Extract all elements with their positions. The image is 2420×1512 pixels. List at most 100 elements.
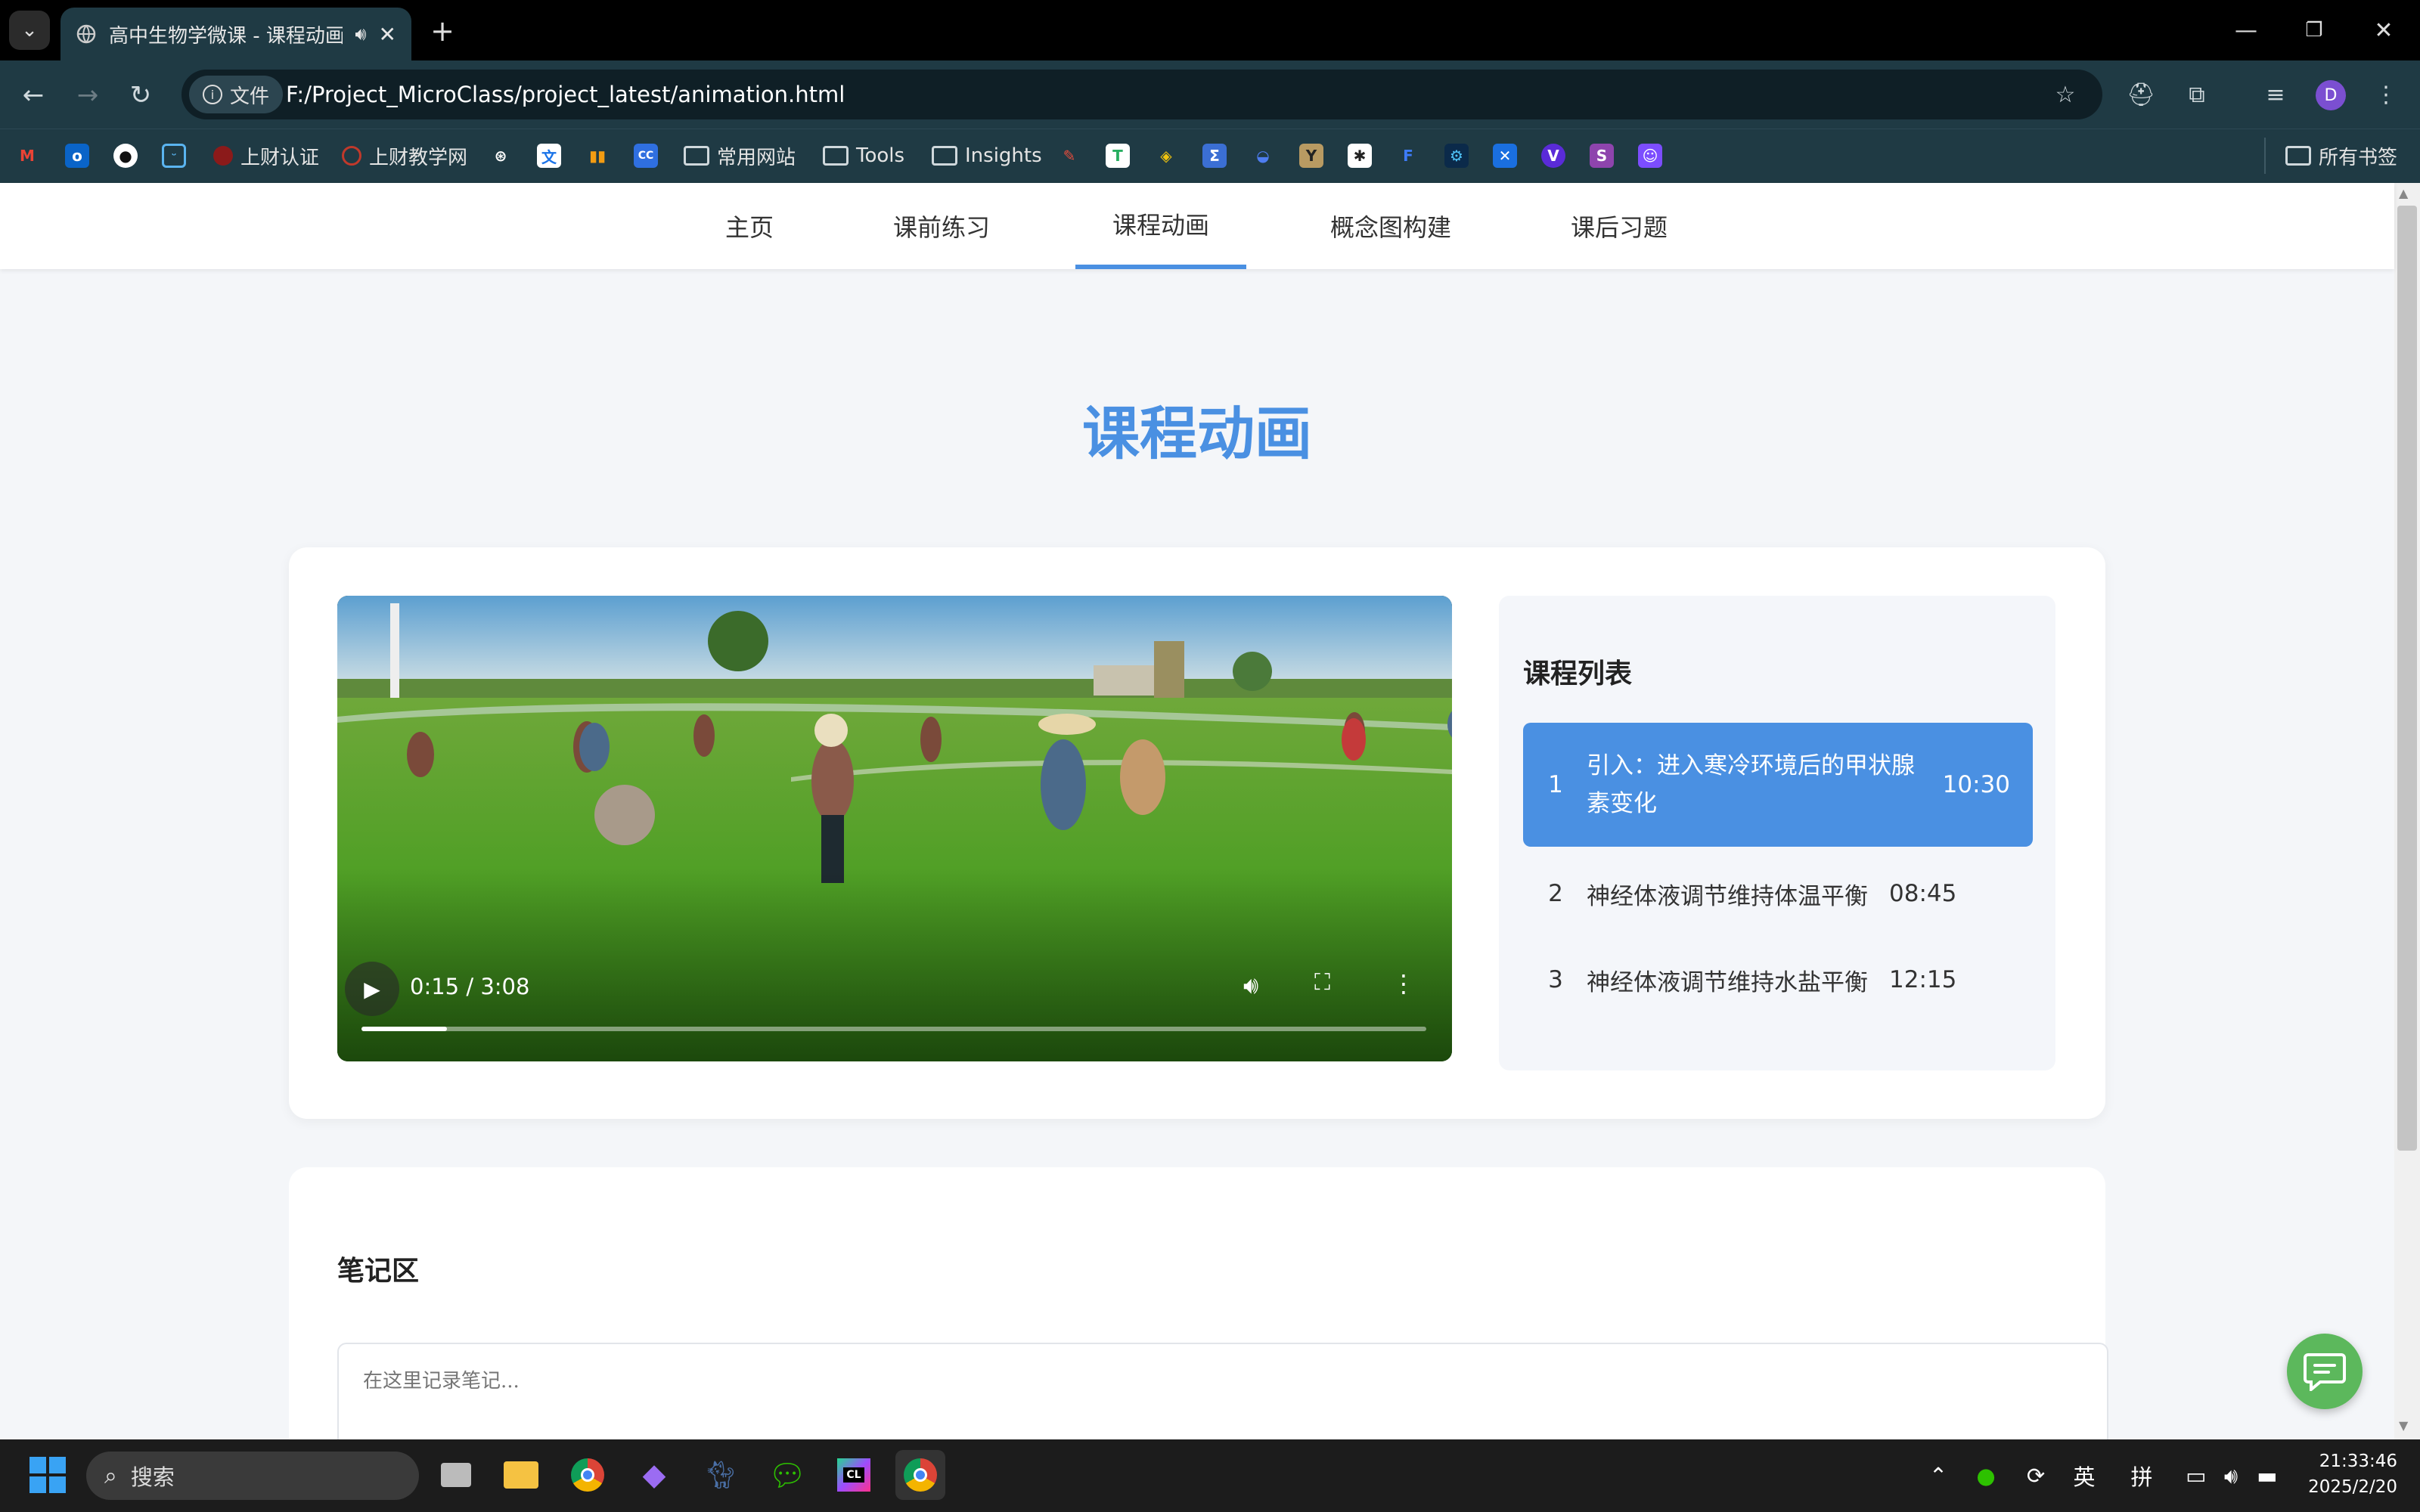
sync-tray-icon[interactable]: ⟳ bbox=[2019, 1452, 2052, 1500]
file-explorer-button[interactable] bbox=[496, 1450, 546, 1500]
bookmark-app-10[interactable]: ✕ bbox=[1493, 138, 1517, 174]
more-menu-icon[interactable]: ⋮ bbox=[2367, 76, 2405, 113]
playlist-title: 课程列表 bbox=[1523, 658, 1633, 689]
close-icon[interactable]: ✕ bbox=[379, 22, 396, 47]
taskbar-search[interactable]: ⌕ 搜索 bbox=[86, 1452, 419, 1500]
gmail-icon: M bbox=[20, 147, 35, 165]
bookmark-openai[interactable]: ⊛ bbox=[489, 138, 513, 174]
whale-icon: ◒ bbox=[1256, 147, 1270, 165]
back-button[interactable]: ← bbox=[14, 76, 53, 115]
folder-icon bbox=[932, 146, 957, 166]
bookmark-app-blue[interactable]: CC bbox=[634, 138, 658, 174]
wechat-icon: 💬︎ bbox=[768, 1458, 807, 1493]
pen-icon: ✎ bbox=[1063, 147, 1076, 165]
scroll-down-icon[interactable]: ▼ bbox=[2399, 1418, 2408, 1433]
site-info-chip[interactable]: i 文件 bbox=[189, 76, 284, 113]
fullscreen-icon[interactable]: ⛶ bbox=[1314, 969, 1330, 996]
bookmark-folder-tools[interactable]: Tools bbox=[823, 138, 904, 174]
video-more-icon[interactable]: ⋮ bbox=[1392, 969, 1416, 998]
bookmark-all[interactable]: 所有书签 bbox=[2264, 138, 2397, 174]
url-text[interactable]: F:/Project_MicroClass/project_latest/ani… bbox=[286, 79, 845, 110]
chrome-icon bbox=[904, 1458, 937, 1492]
start-button[interactable] bbox=[23, 1450, 73, 1500]
reload-button[interactable]: ↻ bbox=[121, 76, 160, 115]
bookmark-gmail[interactable]: M bbox=[15, 138, 39, 174]
bookmark-app-12[interactable]: S bbox=[1590, 138, 1614, 174]
new-tab-button[interactable]: + bbox=[424, 12, 461, 50]
bookmark-translate[interactable]: 文 bbox=[537, 138, 561, 174]
bookmark-shangcai-auth[interactable]: 上财认证 bbox=[213, 138, 319, 174]
extension-avatar-icon[interactable]: ⛑︎ bbox=[2122, 76, 2160, 113]
bookmark-app-9[interactable]: ⚙ bbox=[1444, 138, 1469, 174]
wechat-tray-icon[interactable]: ● bbox=[1969, 1452, 2003, 1500]
playlist-item[interactable]: 2 神经体液调节维持体温平衡 08:45 bbox=[1523, 871, 2033, 916]
chrome-active-button[interactable] bbox=[895, 1450, 945, 1500]
media-controls-icon[interactable]: ≡ bbox=[2257, 76, 2294, 113]
wechat-button[interactable]: 💬︎ bbox=[762, 1450, 812, 1500]
bookmark-app-8[interactable]: F bbox=[1396, 138, 1420, 174]
chat-button[interactable] bbox=[2287, 1334, 2363, 1409]
forward-button[interactable]: → bbox=[68, 76, 107, 115]
minimize-button[interactable]: — bbox=[2223, 11, 2269, 50]
bookmark-outlook[interactable]: o bbox=[65, 138, 89, 174]
volume-icon[interactable]: 🔊︎ bbox=[1243, 971, 1258, 1000]
profile-avatar[interactable]: D bbox=[2316, 80, 2346, 110]
f-icon: F bbox=[1403, 147, 1413, 165]
bookmark-app-5[interactable]: ◒ bbox=[1251, 138, 1275, 174]
volume-tray-icon[interactable]: 🔊︎ bbox=[2216, 1452, 2246, 1500]
play-button[interactable]: ▶ bbox=[345, 962, 399, 1016]
nav-homework[interactable]: 课后习题 bbox=[1558, 183, 1680, 269]
clion-button[interactable]: CL bbox=[829, 1450, 879, 1500]
search-icon: ⌕ bbox=[104, 1462, 117, 1489]
window-close-button[interactable]: ✕ bbox=[2361, 11, 2406, 50]
bookmark-app-13[interactable]: ☺ bbox=[1638, 138, 1662, 174]
playlist-item-title: 神经体液调节维持体温平衡 bbox=[1587, 882, 1868, 910]
chat-icon bbox=[2304, 1353, 2346, 1391]
folder-icon bbox=[2285, 146, 2311, 166]
bookmark-app-6[interactable]: Y bbox=[1299, 138, 1323, 174]
nav-pre-class[interactable]: 课前练习 bbox=[882, 183, 1001, 269]
nav-concept-map[interactable]: 概念图构建 bbox=[1320, 183, 1461, 269]
bookmark-app-4[interactable]: Σ bbox=[1202, 138, 1227, 174]
playlist-item[interactable]: 3 神经体液调节维持水盐平衡 12:15 bbox=[1523, 957, 2033, 1002]
bookmark-github[interactable]: ● bbox=[113, 138, 138, 174]
extensions-puzzle-icon[interactable]: ⧉ bbox=[2178, 76, 2216, 113]
playlist-item[interactable]: 1 引入：进入寒冷环境后的甲状腺素变化 10:30 bbox=[1523, 723, 2033, 847]
restore-button[interactable]: ❐ bbox=[2291, 11, 2337, 50]
bookmark-app-2[interactable]: T bbox=[1106, 138, 1130, 174]
bookmark-folder-common[interactable]: 常用网站 bbox=[684, 138, 796, 174]
bookmark-app-7[interactable]: ✱ bbox=[1348, 138, 1372, 174]
nav-home[interactable]: 主页 bbox=[711, 183, 788, 269]
video-progress-track[interactable] bbox=[361, 1027, 1426, 1031]
ime-mode[interactable]: 拼 bbox=[2125, 1452, 2158, 1500]
obsidian-button[interactable]: ◆ bbox=[629, 1450, 679, 1500]
clock[interactable]: 21:33:46 2025/2/20 bbox=[2299, 1448, 2397, 1500]
cat-app-button[interactable]: 🐈︎ bbox=[696, 1450, 746, 1500]
battery-icon[interactable]: ▬ bbox=[2251, 1452, 2284, 1500]
scrollbar-thumb[interactable] bbox=[2397, 206, 2417, 1151]
tray-overflow-icon[interactable]: ⌃ bbox=[1925, 1452, 1951, 1500]
s-icon: S bbox=[1590, 144, 1614, 168]
star-icon[interactable]: ☆ bbox=[2046, 76, 2084, 113]
speaker-icon[interactable]: 🔊︎ bbox=[355, 23, 366, 45]
grid-app-icon: ▮▮ bbox=[588, 147, 606, 165]
scroll-up-icon[interactable]: ▲ bbox=[2399, 186, 2408, 200]
bookmark-bilibili[interactable]: ᵕ bbox=[162, 138, 186, 174]
nav-animation[interactable]: 课程动画 bbox=[1075, 183, 1246, 269]
bookmark-folder-insights[interactable]: Insights bbox=[932, 138, 1042, 174]
task-view-button[interactable] bbox=[431, 1450, 481, 1500]
network-icon[interactable]: ▭ bbox=[2181, 1452, 2211, 1500]
tab-search-button[interactable]: ⌄ bbox=[9, 11, 50, 50]
bookmark-app-orange[interactable]: ▮▮ bbox=[585, 138, 610, 174]
info-icon: i bbox=[203, 85, 222, 104]
ime-language[interactable]: 英 bbox=[2068, 1452, 2101, 1500]
video-time: 0:15 / 3:08 bbox=[410, 974, 530, 999]
red-circle-icon bbox=[213, 146, 233, 166]
bookmark-app-3[interactable]: ◈ bbox=[1154, 138, 1178, 174]
video-player[interactable]: ▶ 0:15 / 3:08 🔊︎ ⛶ ⋮ bbox=[337, 596, 1452, 1061]
bookmark-app-11[interactable]: V bbox=[1541, 138, 1565, 174]
browser-tab-active[interactable]: 高中生物学微课 - 课程动画 🔊︎ ✕ bbox=[60, 8, 411, 60]
bookmark-app-1[interactable]: ✎ bbox=[1057, 138, 1081, 174]
bookmark-shangcai-teaching[interactable]: 上财教学网 bbox=[342, 138, 467, 174]
chrome-button[interactable] bbox=[563, 1450, 613, 1500]
